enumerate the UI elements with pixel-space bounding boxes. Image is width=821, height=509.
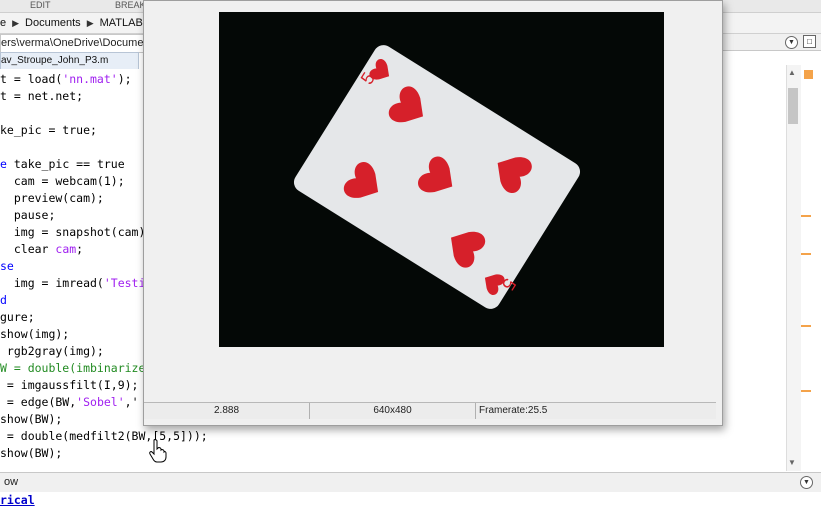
code-analyzer-marker[interactable] (801, 390, 811, 392)
tab-editor-file[interactable]: av_Stroupe_John_P3.m (0, 52, 139, 70)
code-analyzer-marker[interactable] (801, 325, 811, 327)
code-line: preview(cam); (0, 191, 104, 205)
command-window-link[interactable]: rical (0, 493, 35, 507)
code-line: clear cam; (0, 242, 84, 256)
code-line: = edge(BW,'Sobel',' (0, 395, 139, 409)
scrollbar-thumb[interactable] (788, 88, 798, 124)
code-line: cam = webcam(1); (0, 174, 125, 188)
status-timestamp: 2.888 (144, 403, 310, 419)
editor-scrollbar[interactable] (786, 65, 801, 471)
toolstrip-section-breakpoints[interactable]: BREAK (115, 0, 146, 10)
code-line: img = imread('Testi (0, 276, 146, 290)
code-line: img = snapshot(cam) (0, 225, 146, 239)
current-folder-path[interactable]: ers\verma\OneDrive\Documen (0, 34, 152, 53)
code-line: W = double(imbinarize (0, 361, 146, 375)
code-line: pause; (0, 208, 56, 222)
breadcrumb-item[interactable]: e (0, 17, 6, 29)
scroll-down-icon[interactable]: ▼ (788, 458, 796, 467)
code-line: show(BW); (0, 412, 63, 426)
webcam-video-frame: 5 5 (219, 12, 664, 347)
chevron-right-icon: ▶ (86, 17, 94, 28)
dropdown-circle-icon[interactable]: ▼ (800, 476, 813, 489)
status-resolution: 640x480 (310, 403, 476, 419)
code-analyzer-marker[interactable] (801, 215, 811, 217)
code-line: se (0, 259, 14, 273)
code-line: d (0, 293, 7, 307)
code-line: = double(medfilt2(BW,[5,5])); (0, 429, 208, 443)
maximize-icon[interactable]: □ (803, 35, 816, 48)
webcam-preview-window[interactable]: 5 5 2.888 640x480 Framerate:25.5 (143, 0, 723, 426)
toolstrip-section-edit[interactable]: EDIT (30, 0, 51, 10)
chevron-right-icon: ▶ (12, 17, 20, 28)
code-line: t = load('nn.mat'); (0, 72, 132, 86)
breadcrumb-item[interactable]: Documents (25, 17, 81, 29)
code-line: = imgaussfilt(I,9); (0, 378, 139, 392)
code-line: show(BW); (0, 446, 63, 460)
warning-indicator-icon[interactable] (804, 70, 813, 79)
hand-cursor-icon (149, 439, 167, 468)
code-line: rgb2gray(img); (0, 344, 104, 358)
preview-status-bar: 2.888 640x480 Framerate:25.5 (144, 402, 716, 419)
command-window[interactable]: rical (0, 492, 821, 509)
playing-card-image: 5 5 (293, 45, 581, 309)
code-line: show(img); (0, 327, 70, 341)
command-window-header: ow (0, 472, 821, 493)
code-line: t = net.net; (0, 89, 84, 103)
code-line: ke_pic = true; (0, 123, 97, 137)
dropdown-circle-icon[interactable]: ▼ (785, 36, 798, 49)
command-window-title: ow (4, 476, 19, 488)
status-framerate: Framerate:25.5 (479, 405, 548, 416)
breadcrumb-item[interactable]: MATLAB (100, 17, 143, 29)
code-analyzer-marker[interactable] (801, 253, 811, 255)
code-line: e take_pic == true (0, 157, 125, 171)
scroll-up-icon[interactable]: ▲ (788, 68, 796, 77)
code-line: gure; (0, 310, 35, 324)
